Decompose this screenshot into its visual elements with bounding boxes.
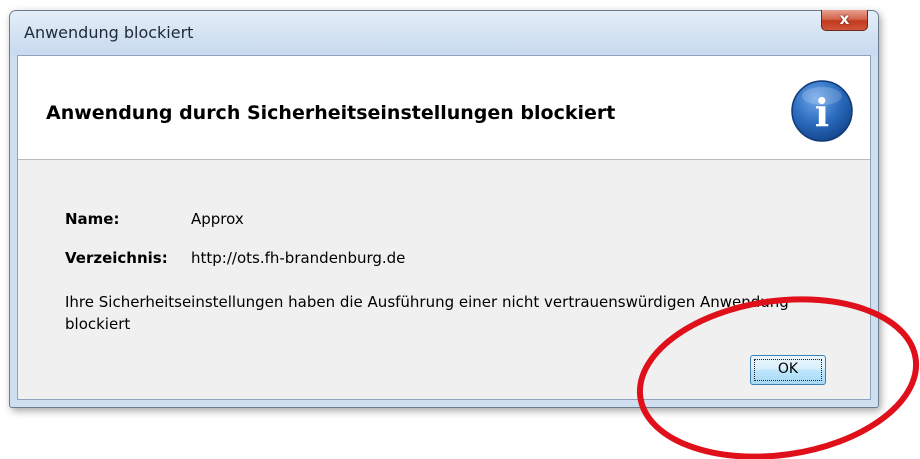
dialog-body: Name: Approx Verzeichnis: http://ots.fh-… [18,160,870,399]
info-glyph: i [815,90,829,135]
info-icon: i [791,80,853,142]
directory-value: http://ots.fh-brandenburg.de [191,249,406,267]
ok-button[interactable]: OK [750,355,826,385]
title-bar[interactable]: Anwendung blockiert x [10,10,878,55]
window-title: Anwendung blockiert [24,23,194,42]
dialog-client-area: Anwendung durch Sicherheitseinstellungen… [17,55,871,400]
blocked-message: Ihre Sicherheitseinstellungen haben die … [65,293,789,333]
dialog-header: Anwendung durch Sicherheitseinstellungen… [18,56,870,160]
dialog-heading: Anwendung durch Sicherheitseinstellungen… [46,102,616,124]
dialog-window: Anwendung blockiert x Anwendung durch Si… [9,10,879,408]
close-button[interactable]: x [821,10,868,31]
close-icon: x [839,10,850,28]
directory-label: Verzeichnis: [65,249,168,267]
ok-button-label: OK [777,361,799,377]
name-value: Approx [191,210,244,228]
name-label: Name: [65,210,120,228]
